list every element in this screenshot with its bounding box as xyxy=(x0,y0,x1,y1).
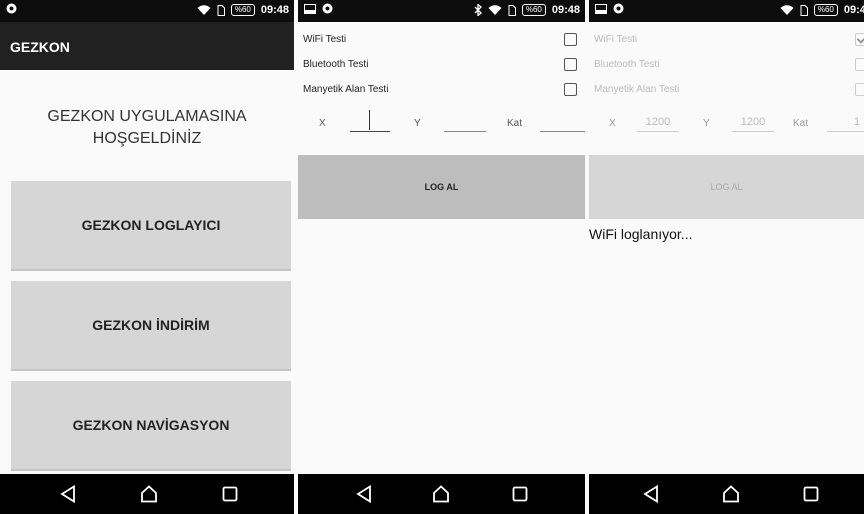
screen-divider xyxy=(585,0,589,514)
coordinate-row: X Y Kat xyxy=(589,110,864,134)
bluetooth-test-checkbox[interactable] xyxy=(855,57,864,71)
recent-apps-icon[interactable] xyxy=(222,485,238,503)
magnetic-test-label: Manyetik Alan Testi xyxy=(303,83,389,95)
navigation-bar xyxy=(589,474,864,514)
recent-apps-icon[interactable] xyxy=(512,485,528,503)
bluetooth-test-checkbox[interactable] xyxy=(564,57,577,71)
screenshot-icon xyxy=(595,3,607,14)
back-icon[interactable] xyxy=(643,485,659,503)
logger-screen: %60 09:48 WiFi Testi Bluetooth Testi Man… xyxy=(298,0,585,514)
floor-label: Kat xyxy=(507,118,523,129)
wifi-test-checkbox[interactable] xyxy=(855,32,864,46)
navigation-bar xyxy=(298,474,585,514)
welcome-line-1: GEZKON UYGULAMASINA xyxy=(47,108,247,125)
welcome-message: GEZKON UYGULAMASINA HOŞGELDİNİZ xyxy=(0,106,294,150)
magnetic-test-row[interactable]: Manyetik Alan Testi xyxy=(594,77,864,101)
status-bar: %60 09:48 xyxy=(0,0,294,22)
log-button: LOG AL xyxy=(589,155,864,219)
battery-indicator: %60 xyxy=(813,4,838,16)
y-label: Y xyxy=(414,118,421,129)
clock: 09:48 xyxy=(260,4,289,16)
clock: 09:49 xyxy=(843,4,864,16)
notification-icon xyxy=(613,3,624,14)
logging-status-message: WiFi loglanıyor... xyxy=(589,226,693,242)
battery-indicator: %60 xyxy=(521,4,546,16)
status-bar: %60 09:48 xyxy=(298,0,585,22)
recent-apps-icon[interactable] xyxy=(803,485,819,503)
x-label: X xyxy=(319,118,326,129)
screenshot-icon xyxy=(304,3,316,14)
wifi-icon xyxy=(197,4,211,16)
navigation-button[interactable]: GEZKON NAVİGASYON xyxy=(11,381,291,471)
bluetooth-icon xyxy=(474,4,482,16)
home-icon[interactable] xyxy=(432,485,450,503)
navigation-bar xyxy=(0,474,294,514)
welcome-line-2: HOŞGELDİNİZ xyxy=(92,130,202,147)
back-icon[interactable] xyxy=(356,485,372,503)
magnetic-test-label: Manyetik Alan Testi xyxy=(594,83,680,95)
bluetooth-test-label: Bluetooth Testi xyxy=(594,58,660,70)
wifi-test-row[interactable]: WiFi Testi xyxy=(594,27,864,51)
x-input[interactable] xyxy=(350,112,390,132)
coordinate-row: X Y Kat xyxy=(298,110,585,134)
floor-input[interactable] xyxy=(827,112,864,132)
wifi-icon xyxy=(780,4,794,16)
magnetic-test-checkbox[interactable] xyxy=(855,82,864,96)
y-label: Y xyxy=(703,118,710,129)
home-screen: %60 09:48 GEZKON GEZKON UYGULAMASINA HOŞ… xyxy=(0,0,294,514)
sim-icon xyxy=(217,4,225,16)
clock: 09:48 xyxy=(551,4,580,16)
wifi-test-checkbox[interactable] xyxy=(564,32,577,46)
magnetic-test-checkbox[interactable] xyxy=(564,82,577,96)
bluetooth-test-row[interactable]: Bluetooth Testi xyxy=(303,52,577,76)
logging-screen: %60 09:49 WiFi Testi Bluetooth Testi Man… xyxy=(589,0,864,514)
bluetooth-test-row[interactable]: Bluetooth Testi xyxy=(594,52,864,76)
home-icon[interactable] xyxy=(140,485,158,503)
discount-button[interactable]: GEZKON İNDİRİM xyxy=(11,281,291,371)
notification-icon xyxy=(6,3,17,14)
text-cursor xyxy=(369,110,370,130)
home-icon[interactable] xyxy=(722,485,740,503)
floor-label: Kat xyxy=(793,118,809,129)
x-input[interactable] xyxy=(637,112,679,132)
logger-button[interactable]: GEZKON LOGLAYICI xyxy=(11,181,291,271)
sim-icon xyxy=(508,4,516,16)
wifi-test-label: WiFi Testi xyxy=(303,33,347,45)
wifi-test-row[interactable]: WiFi Testi xyxy=(303,27,577,51)
notification-icon xyxy=(322,3,333,14)
magnetic-test-row[interactable]: Manyetik Alan Testi xyxy=(303,77,577,101)
x-label: X xyxy=(609,118,616,129)
y-input[interactable] xyxy=(732,112,774,132)
log-button[interactable]: LOG AL xyxy=(298,155,585,219)
wifi-icon xyxy=(488,4,502,16)
status-bar: %60 09:49 xyxy=(589,0,864,22)
app-bar: GEZKON xyxy=(0,22,294,70)
back-icon[interactable] xyxy=(60,485,76,503)
wifi-test-label: WiFi Testi xyxy=(594,33,638,45)
sim-icon xyxy=(800,4,808,16)
y-input[interactable] xyxy=(444,112,486,132)
battery-indicator: %60 xyxy=(230,4,255,16)
app-title: GEZKON xyxy=(10,39,70,55)
floor-input[interactable] xyxy=(540,112,585,132)
screen-divider xyxy=(294,0,298,514)
bluetooth-test-label: Bluetooth Testi xyxy=(303,58,369,70)
